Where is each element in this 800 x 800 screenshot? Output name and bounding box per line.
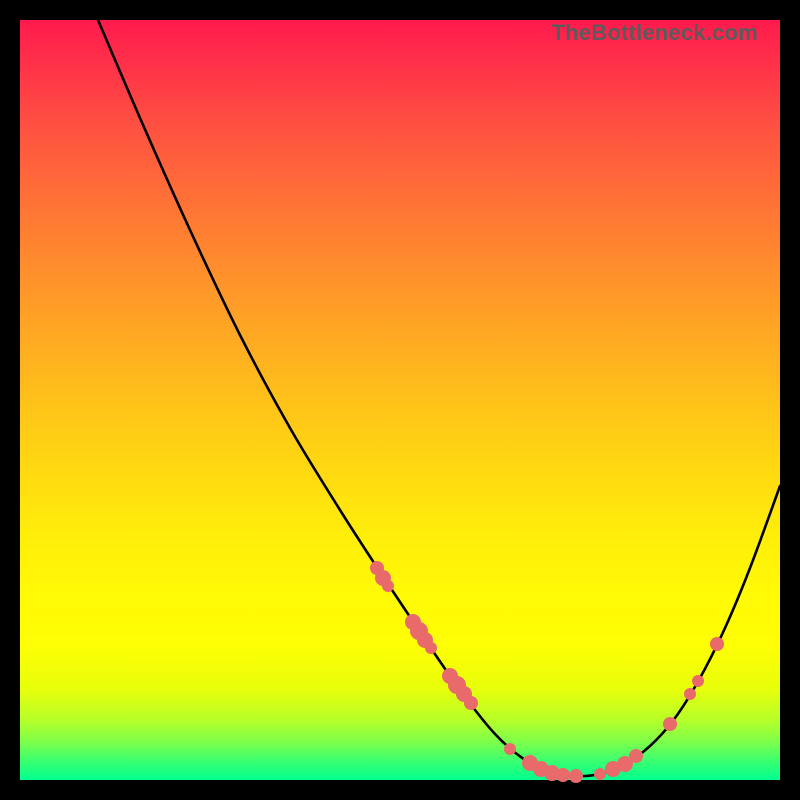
bottleneck-curve [98, 20, 780, 776]
curve-marker [556, 768, 570, 782]
curve-marker [710, 637, 724, 651]
curve-marker [629, 749, 643, 763]
curve-marker [425, 642, 437, 654]
curve-marker [684, 688, 696, 700]
curve-marker [663, 717, 677, 731]
curve-marker [464, 696, 478, 710]
curve-marker [692, 675, 704, 687]
curve-marker [594, 768, 606, 780]
curve-marker [569, 769, 583, 783]
curve-markers [370, 561, 724, 783]
chart-frame: TheBottleneck.com [20, 20, 780, 780]
curve-marker [382, 580, 394, 592]
curve-marker [504, 743, 516, 755]
curve-plot [20, 20, 780, 780]
